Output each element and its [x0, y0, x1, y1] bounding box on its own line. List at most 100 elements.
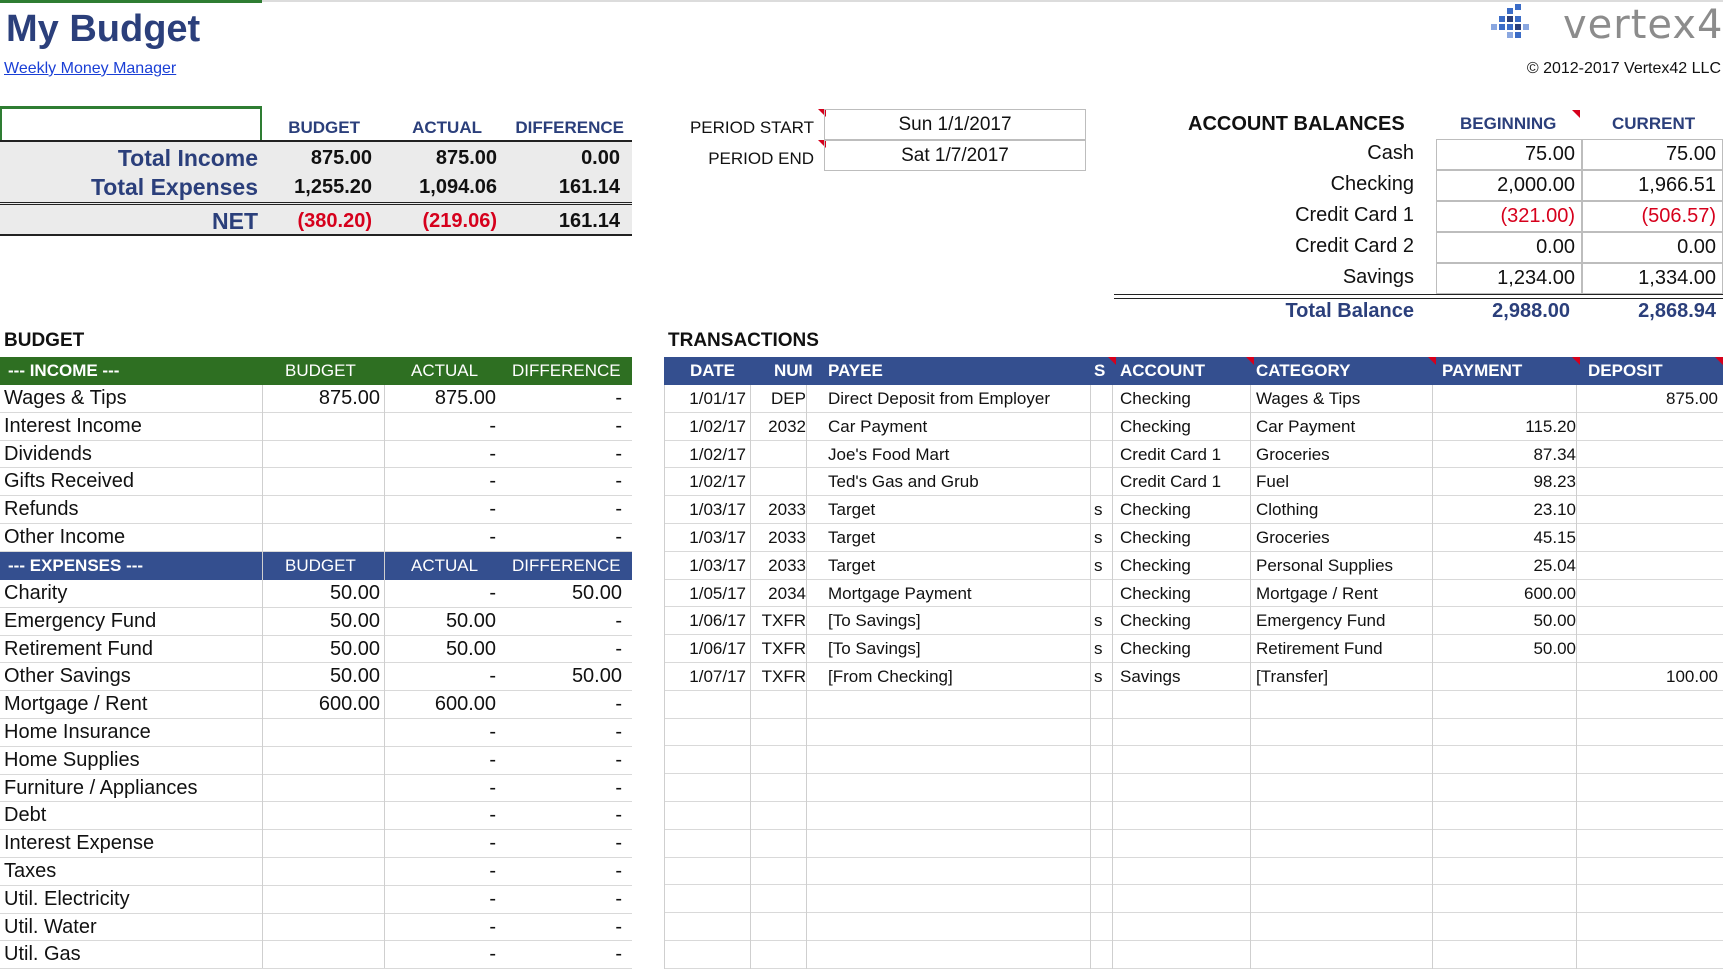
subtitle-link[interactable]: Weekly Money Manager [4, 60, 176, 78]
tx-date[interactable]: 1/03/17 [668, 500, 746, 520]
tx-deposit[interactable]: 875.00 [1588, 389, 1718, 409]
tx-payee[interactable]: [From Checking] [828, 667, 1092, 687]
tx-account[interactable]: Checking [1120, 500, 1254, 520]
tx-category[interactable]: Personal Supplies [1256, 556, 1436, 576]
tx-header-payee[interactable]: PAYEE [828, 361, 883, 381]
tx-split[interactable]: s [1094, 611, 1110, 631]
tx-payee[interactable]: Ted's Gas and Grub [828, 472, 1092, 492]
budget-cell[interactable]: 50.00 [262, 582, 380, 605]
transaction-row[interactable]: 1/02/17 2032 Car Payment Checking Car Paymen… [664, 413, 1723, 441]
tx-num[interactable]: 2033 [754, 528, 806, 548]
tx-category[interactable]: Fuel [1256, 472, 1436, 492]
transaction-row[interactable]: 1/01/17 DEP Direct Deposit from Employer Ch… [664, 385, 1723, 413]
tx-account[interactable]: Checking [1120, 528, 1254, 548]
tx-payment[interactable]: 115.20 [1442, 417, 1576, 437]
tx-date[interactable]: 1/02/17 [668, 472, 746, 492]
tx-split[interactable]: s [1094, 667, 1110, 687]
tx-account[interactable]: Checking [1120, 611, 1254, 631]
transaction-row[interactable]: 1/02/17 Ted's Gas and Grub Credit Card 1 Fu… [664, 468, 1723, 497]
tx-account[interactable]: Checking [1120, 556, 1254, 576]
tx-header-date[interactable]: DATE [690, 361, 735, 381]
tx-payee[interactable]: Mortgage Payment [828, 584, 1092, 604]
empty-transaction-row[interactable] [664, 746, 1723, 775]
tx-payee[interactable]: Joe's Food Mart [828, 445, 1092, 465]
tx-date[interactable]: 1/02/17 [668, 445, 746, 465]
account-current-cell[interactable]: 1,966.51 [1582, 170, 1723, 201]
active-cell[interactable] [0, 106, 262, 142]
tx-header-num[interactable]: NUM [774, 361, 813, 381]
tx-num[interactable]: 2033 [754, 500, 806, 520]
tx-payee[interactable]: Direct Deposit from Employer [828, 389, 1092, 409]
tx-split[interactable]: s [1094, 639, 1110, 659]
tx-payment[interactable]: 50.00 [1442, 611, 1576, 631]
empty-transaction-row[interactable] [664, 913, 1723, 941]
tx-payee[interactable]: [To Savings] [828, 611, 1092, 631]
tx-date[interactable]: 1/06/17 [668, 639, 746, 659]
tx-account[interactable]: Checking [1120, 639, 1254, 659]
account-beginning-cell[interactable]: 2,000.00 [1436, 170, 1582, 201]
vertex42-logo[interactable]: vertex42 [1473, 0, 1723, 52]
tx-date[interactable]: 1/06/17 [668, 611, 746, 631]
summary-value[interactable]: 0.00 [500, 147, 620, 170]
tx-date[interactable]: 1/01/17 [668, 389, 746, 409]
tx-payment[interactable]: 45.15 [1442, 528, 1576, 548]
account-beginning-cell[interactable]: 0.00 [1436, 232, 1582, 263]
transaction-row[interactable]: 1/05/17 2034 Mortgage Payment Checking Mortg… [664, 580, 1723, 608]
empty-transaction-row[interactable] [664, 774, 1723, 802]
tx-category[interactable]: Clothing [1256, 500, 1436, 520]
tx-split[interactable]: s [1094, 528, 1110, 548]
tx-payment[interactable]: 23.10 [1442, 500, 1576, 520]
tx-num[interactable]: 2032 [754, 417, 806, 437]
empty-transaction-row[interactable] [664, 719, 1723, 747]
tx-header-category[interactable]: CATEGORY [1256, 361, 1350, 381]
account-current-cell[interactable]: 1,334.00 [1582, 263, 1723, 294]
account-current-cell[interactable]: (506.57) [1582, 201, 1723, 232]
summary-value[interactable]: 875.00 [377, 147, 497, 170]
tx-payee[interactable]: Target [828, 556, 1092, 576]
tx-account[interactable]: Credit Card 1 [1120, 472, 1254, 492]
tx-num[interactable]: TXFR [754, 639, 806, 659]
account-current-cell[interactable]: 75.00 [1582, 139, 1723, 170]
tx-header-deposit[interactable]: DEPOSIT [1588, 361, 1663, 381]
tx-category[interactable]: Groceries [1256, 528, 1436, 548]
summary-value[interactable]: 1,094.06 [377, 176, 497, 199]
tx-date[interactable]: 1/03/17 [668, 528, 746, 548]
tx-num[interactable]: TXFR [754, 611, 806, 631]
account-beginning-cell[interactable]: (321.00) [1436, 201, 1582, 232]
total-balance-beginning[interactable]: 2,988.00 [1436, 300, 1570, 323]
total-balance-current[interactable]: 2,868.94 [1582, 300, 1716, 323]
budget-cell[interactable]: 50.00 [262, 610, 380, 633]
tx-category[interactable]: Retirement Fund [1256, 639, 1436, 659]
transaction-row[interactable]: 1/03/17 2033 Target s Checking Clothing 23.10 [664, 496, 1723, 524]
tx-payee[interactable]: Car Payment [828, 417, 1092, 437]
budget-cell[interactable]: 50.00 [262, 638, 380, 661]
account-beginning-cell[interactable]: 75.00 [1436, 139, 1582, 170]
empty-transaction-row[interactable] [664, 941, 1723, 969]
tx-num[interactable]: TXFR [754, 667, 806, 687]
tx-category[interactable]: Emergency Fund [1256, 611, 1436, 631]
tx-header-account[interactable]: ACCOUNT [1120, 361, 1205, 381]
tx-date[interactable]: 1/07/17 [668, 667, 746, 687]
period-end-input[interactable]: Sat 1/7/2017 [824, 140, 1086, 171]
tx-split[interactable]: s [1094, 500, 1110, 520]
transaction-row[interactable]: 1/03/17 2033 Target s Checking Personal Suppl… [664, 552, 1723, 580]
tx-header-payment[interactable]: PAYMENT [1442, 361, 1522, 381]
budget-cell[interactable]: 875.00 [262, 387, 380, 410]
empty-transaction-row[interactable] [664, 830, 1723, 858]
tx-category[interactable]: Car Payment [1256, 417, 1436, 437]
transaction-row[interactable]: 1/06/17 TXFR [To Savings] s Checking Emergenc… [664, 607, 1723, 636]
period-start-input[interactable]: Sun 1/1/2017 [824, 109, 1086, 140]
tx-category[interactable]: Groceries [1256, 445, 1436, 465]
tx-account[interactable]: Checking [1120, 389, 1254, 409]
tx-header-s[interactable]: S [1094, 361, 1105, 381]
summary-value[interactable]: (219.06) [377, 210, 498, 233]
transaction-row[interactable]: 1/06/17 TXFR [To Savings] s Checking Retireme… [664, 635, 1723, 663]
tx-date[interactable]: 1/02/17 [668, 417, 746, 437]
summary-value[interactable]: 161.14 [500, 176, 620, 199]
tx-account[interactable]: Checking [1120, 417, 1254, 437]
summary-value[interactable]: 875.00 [252, 147, 372, 170]
tx-num[interactable]: DEP [754, 389, 806, 409]
summary-value[interactable]: 161.14 [500, 210, 620, 233]
tx-num[interactable]: 2033 [754, 556, 806, 576]
tx-payee[interactable]: [To Savings] [828, 639, 1092, 659]
